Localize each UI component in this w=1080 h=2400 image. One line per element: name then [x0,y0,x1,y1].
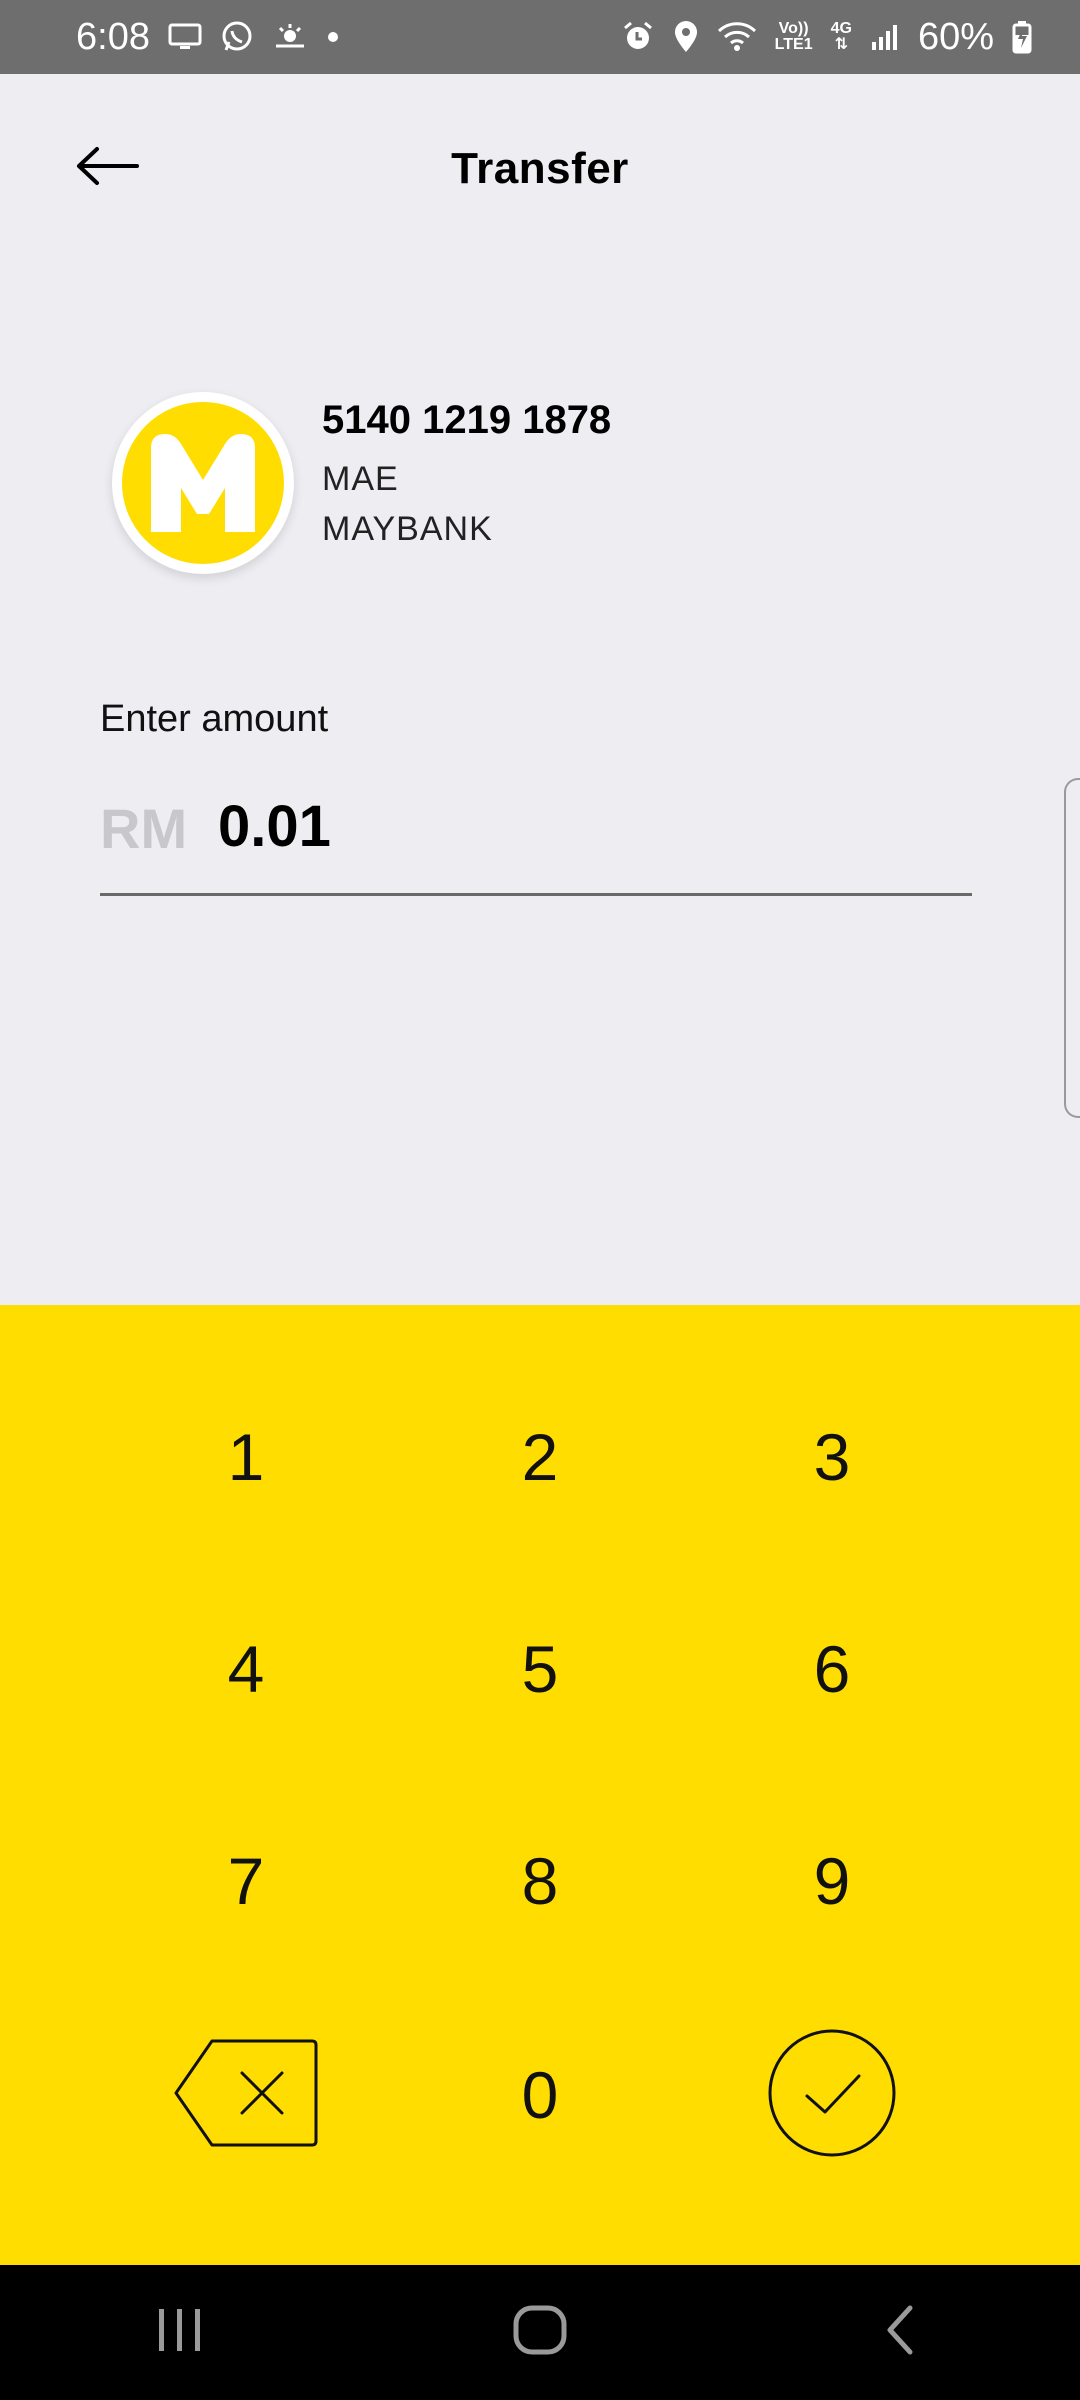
key-4[interactable]: 4 [96,1579,396,1759]
whatsapp-icon [220,20,254,54]
edge-panel-handle[interactable] [1064,778,1080,1118]
status-time: 6:08 [76,15,150,58]
bank-logo [112,392,294,574]
key-6[interactable]: 6 [682,1579,982,1759]
key-1[interactable]: 1 [96,1367,396,1547]
network-volte: Vo)) [778,20,809,37]
recent-apps-button[interactable] [100,2283,260,2383]
page-title: Transfer [451,144,629,193]
delete-button[interactable] [96,2010,396,2190]
recipient-card: 5140 1219 1878 MAE MAYBANK [112,392,1012,582]
network-type-label: 4G [830,20,852,37]
amount-underline [100,893,972,896]
mae-logo-icon [122,402,284,564]
currency-label: RM [100,797,188,860]
network-indicator: Vo)) LTE1 [775,21,813,53]
alarm-icon [621,20,655,54]
status-bar: 6:08 Vo)) LTE1 4G ⇅ 60% [0,0,1080,74]
key-5[interactable]: 5 [390,1579,690,1759]
data-arrows-icon: ⇅ [834,36,848,53]
key-9[interactable]: 9 [682,1791,982,1971]
key-7[interactable]: 7 [96,1791,396,1971]
system-back-button[interactable] [820,2283,980,2383]
key-0[interactable]: 0 [390,2005,690,2185]
system-nav-bar [0,2265,1080,2400]
recipient-account-number: 5140 1219 1878 [322,398,612,442]
key-8[interactable]: 8 [390,1791,690,1971]
key-2[interactable]: 2 [390,1367,690,1547]
home-icon [512,2304,568,2361]
monitor-icon [168,22,202,52]
network-lte: LTE1 [774,36,813,53]
recipient-bank: MAYBANK [322,510,493,548]
network-type: 4G ⇅ [831,21,852,53]
app-header: Transfer [0,74,1080,274]
back-icon [882,2304,918,2361]
recipient-name: MAE [322,460,399,498]
location-icon [673,20,699,54]
weather-icon [272,22,308,52]
status-bar-right: Vo)) LTE1 4G ⇅ 60% [621,16,1032,59]
home-button[interactable] [460,2283,620,2383]
battery-percent: 60% [917,15,994,58]
dot-icon [326,30,340,44]
check-circle-icon [767,2028,897,2173]
status-bar-left: 6:08 [76,16,340,59]
amount-input[interactable] [218,786,918,866]
amount-field: RM [100,786,972,896]
battery-charging-icon [1012,20,1032,54]
backspace-icon [172,2037,320,2164]
amount-label: Enter amount [100,698,329,740]
recent-apps-icon [155,2307,205,2358]
key-3[interactable]: 3 [682,1367,982,1547]
numeric-keypad: 1 2 3 4 5 6 7 8 9 0 [0,1305,1080,2265]
confirm-button[interactable] [682,2010,982,2190]
signal-icon [870,22,900,52]
wifi-icon [717,21,757,53]
